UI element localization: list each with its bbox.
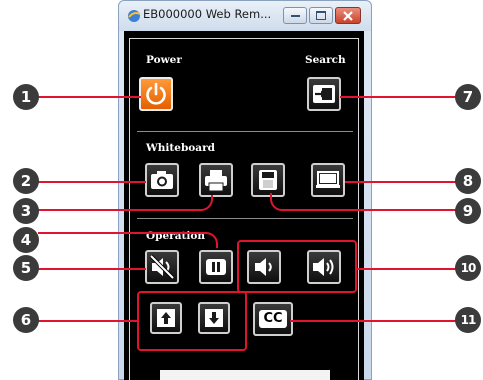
source-search-icon (313, 85, 335, 103)
callout-9: 9 (455, 198, 481, 224)
minimize-icon (290, 14, 300, 17)
callout-7: 7 (455, 84, 481, 110)
screen-button[interactable] (311, 163, 345, 197)
volume-up-button[interactable] (307, 250, 341, 284)
pause-button[interactable] (199, 250, 233, 284)
power-label: Power (146, 54, 182, 66)
callout-6: 6 (13, 307, 39, 333)
window-title: EB000000 Web Rem... (143, 7, 272, 21)
callout-line-8 (345, 181, 460, 183)
close-button[interactable] (335, 7, 361, 24)
callout-line-2 (38, 181, 146, 183)
page-up-button[interactable] (150, 302, 182, 334)
callout-line-10 (356, 268, 460, 270)
print-button[interactable] (199, 163, 233, 197)
section-divider (137, 131, 353, 132)
volume-down-icon (255, 258, 272, 276)
av-mute-button[interactable] (145, 250, 179, 284)
callout-line-9 (270, 193, 460, 211)
pause-icon (206, 259, 226, 275)
volume-down-button[interactable] (247, 250, 281, 284)
av-mute-icon (149, 254, 175, 280)
printer-icon (205, 170, 227, 192)
power-icon (146, 82, 166, 105)
cc-label: CC (259, 310, 287, 328)
arrow-down-icon (205, 309, 223, 327)
arrow-up-icon (157, 309, 175, 327)
footer-strip (160, 370, 330, 380)
browser-app-icon (127, 8, 141, 22)
camera-icon (151, 171, 173, 189)
maximize-button[interactable] (309, 7, 333, 24)
callout-line-5 (38, 268, 146, 270)
save-button[interactable] (251, 163, 285, 197)
callout-line-6 (38, 320, 138, 322)
callout-4: 4 (13, 227, 39, 253)
callout-10: 10 (455, 255, 481, 281)
callout-line-11 (290, 320, 460, 322)
close-icon (343, 10, 353, 21)
whiteboard-label: Whiteboard (146, 142, 215, 154)
search-label: Search (305, 54, 346, 66)
minimize-button[interactable] (283, 7, 307, 24)
callout-11: 11 (455, 307, 481, 333)
callout-3: 3 (13, 198, 39, 224)
callout-5: 5 (13, 255, 39, 281)
maximize-icon (316, 11, 326, 20)
callout-8: 8 (455, 168, 481, 194)
callout-line-4 (38, 232, 218, 248)
screen-icon (316, 171, 340, 188)
capture-button[interactable] (145, 163, 179, 197)
volume-up-icon (313, 258, 334, 276)
power-button[interactable] (139, 77, 173, 111)
floppy-disk-icon (259, 170, 277, 190)
callout-line-1 (38, 96, 141, 98)
callout-line-7 (340, 96, 460, 98)
callout-1: 1 (13, 84, 39, 110)
section-divider-2 (137, 218, 353, 219)
search-button[interactable] (307, 77, 341, 111)
page-down-button[interactable] (198, 302, 230, 334)
callout-2: 2 (13, 168, 39, 194)
closed-caption-button[interactable]: CC (253, 302, 293, 336)
callout-line-3 (38, 195, 213, 211)
